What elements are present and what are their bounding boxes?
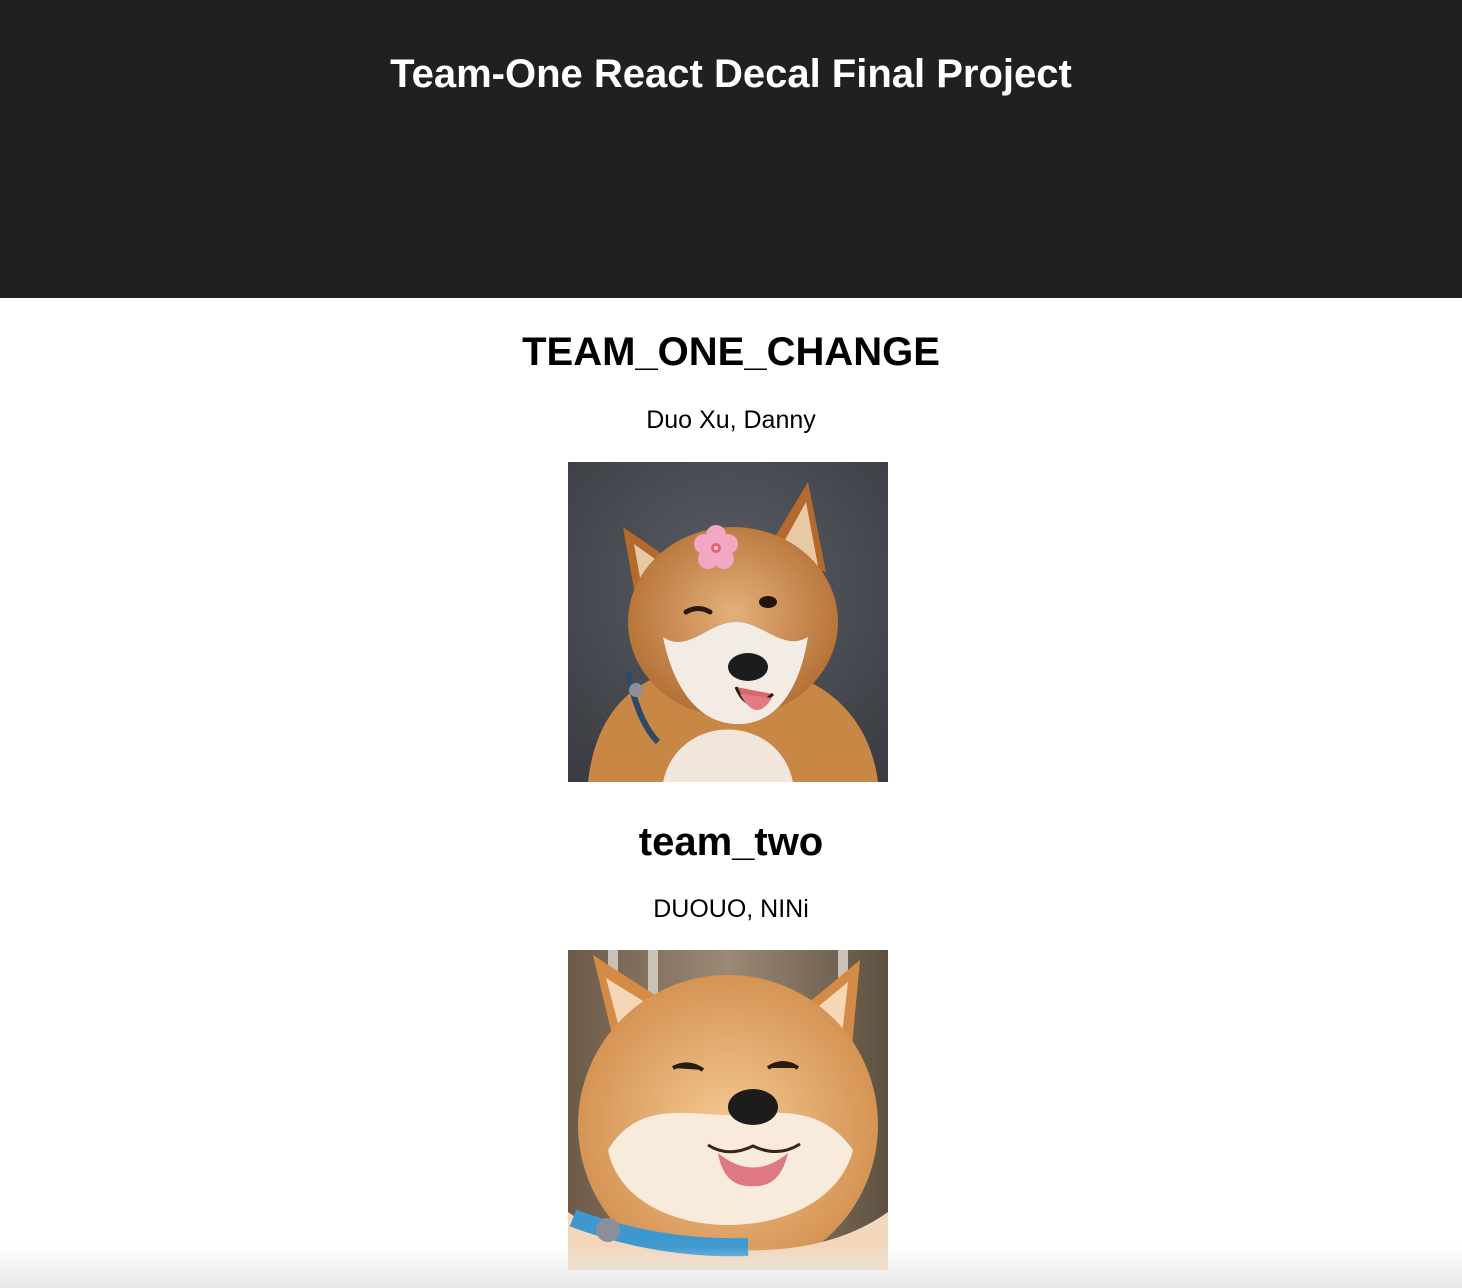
header-banner: Team-One React Decal Final Project	[0, 0, 1462, 298]
page-title: Team-One React Decal Final Project	[390, 52, 1072, 96]
team-photo	[568, 462, 888, 782]
page: Team-One React Decal Final Project TEAM_…	[0, 0, 1462, 1288]
team-name: team_two	[638, 820, 824, 864]
team-members: DUOUO, NINi	[653, 895, 809, 923]
shiba-inu-with-flower-photo	[568, 462, 888, 782]
team-name: TEAM_ONE_CHANGE	[522, 330, 940, 374]
team-members: Duo Xu, Danny	[646, 406, 816, 434]
shiba-inu-tongue-out-photo	[568, 950, 888, 1270]
team-photo	[568, 950, 888, 1270]
